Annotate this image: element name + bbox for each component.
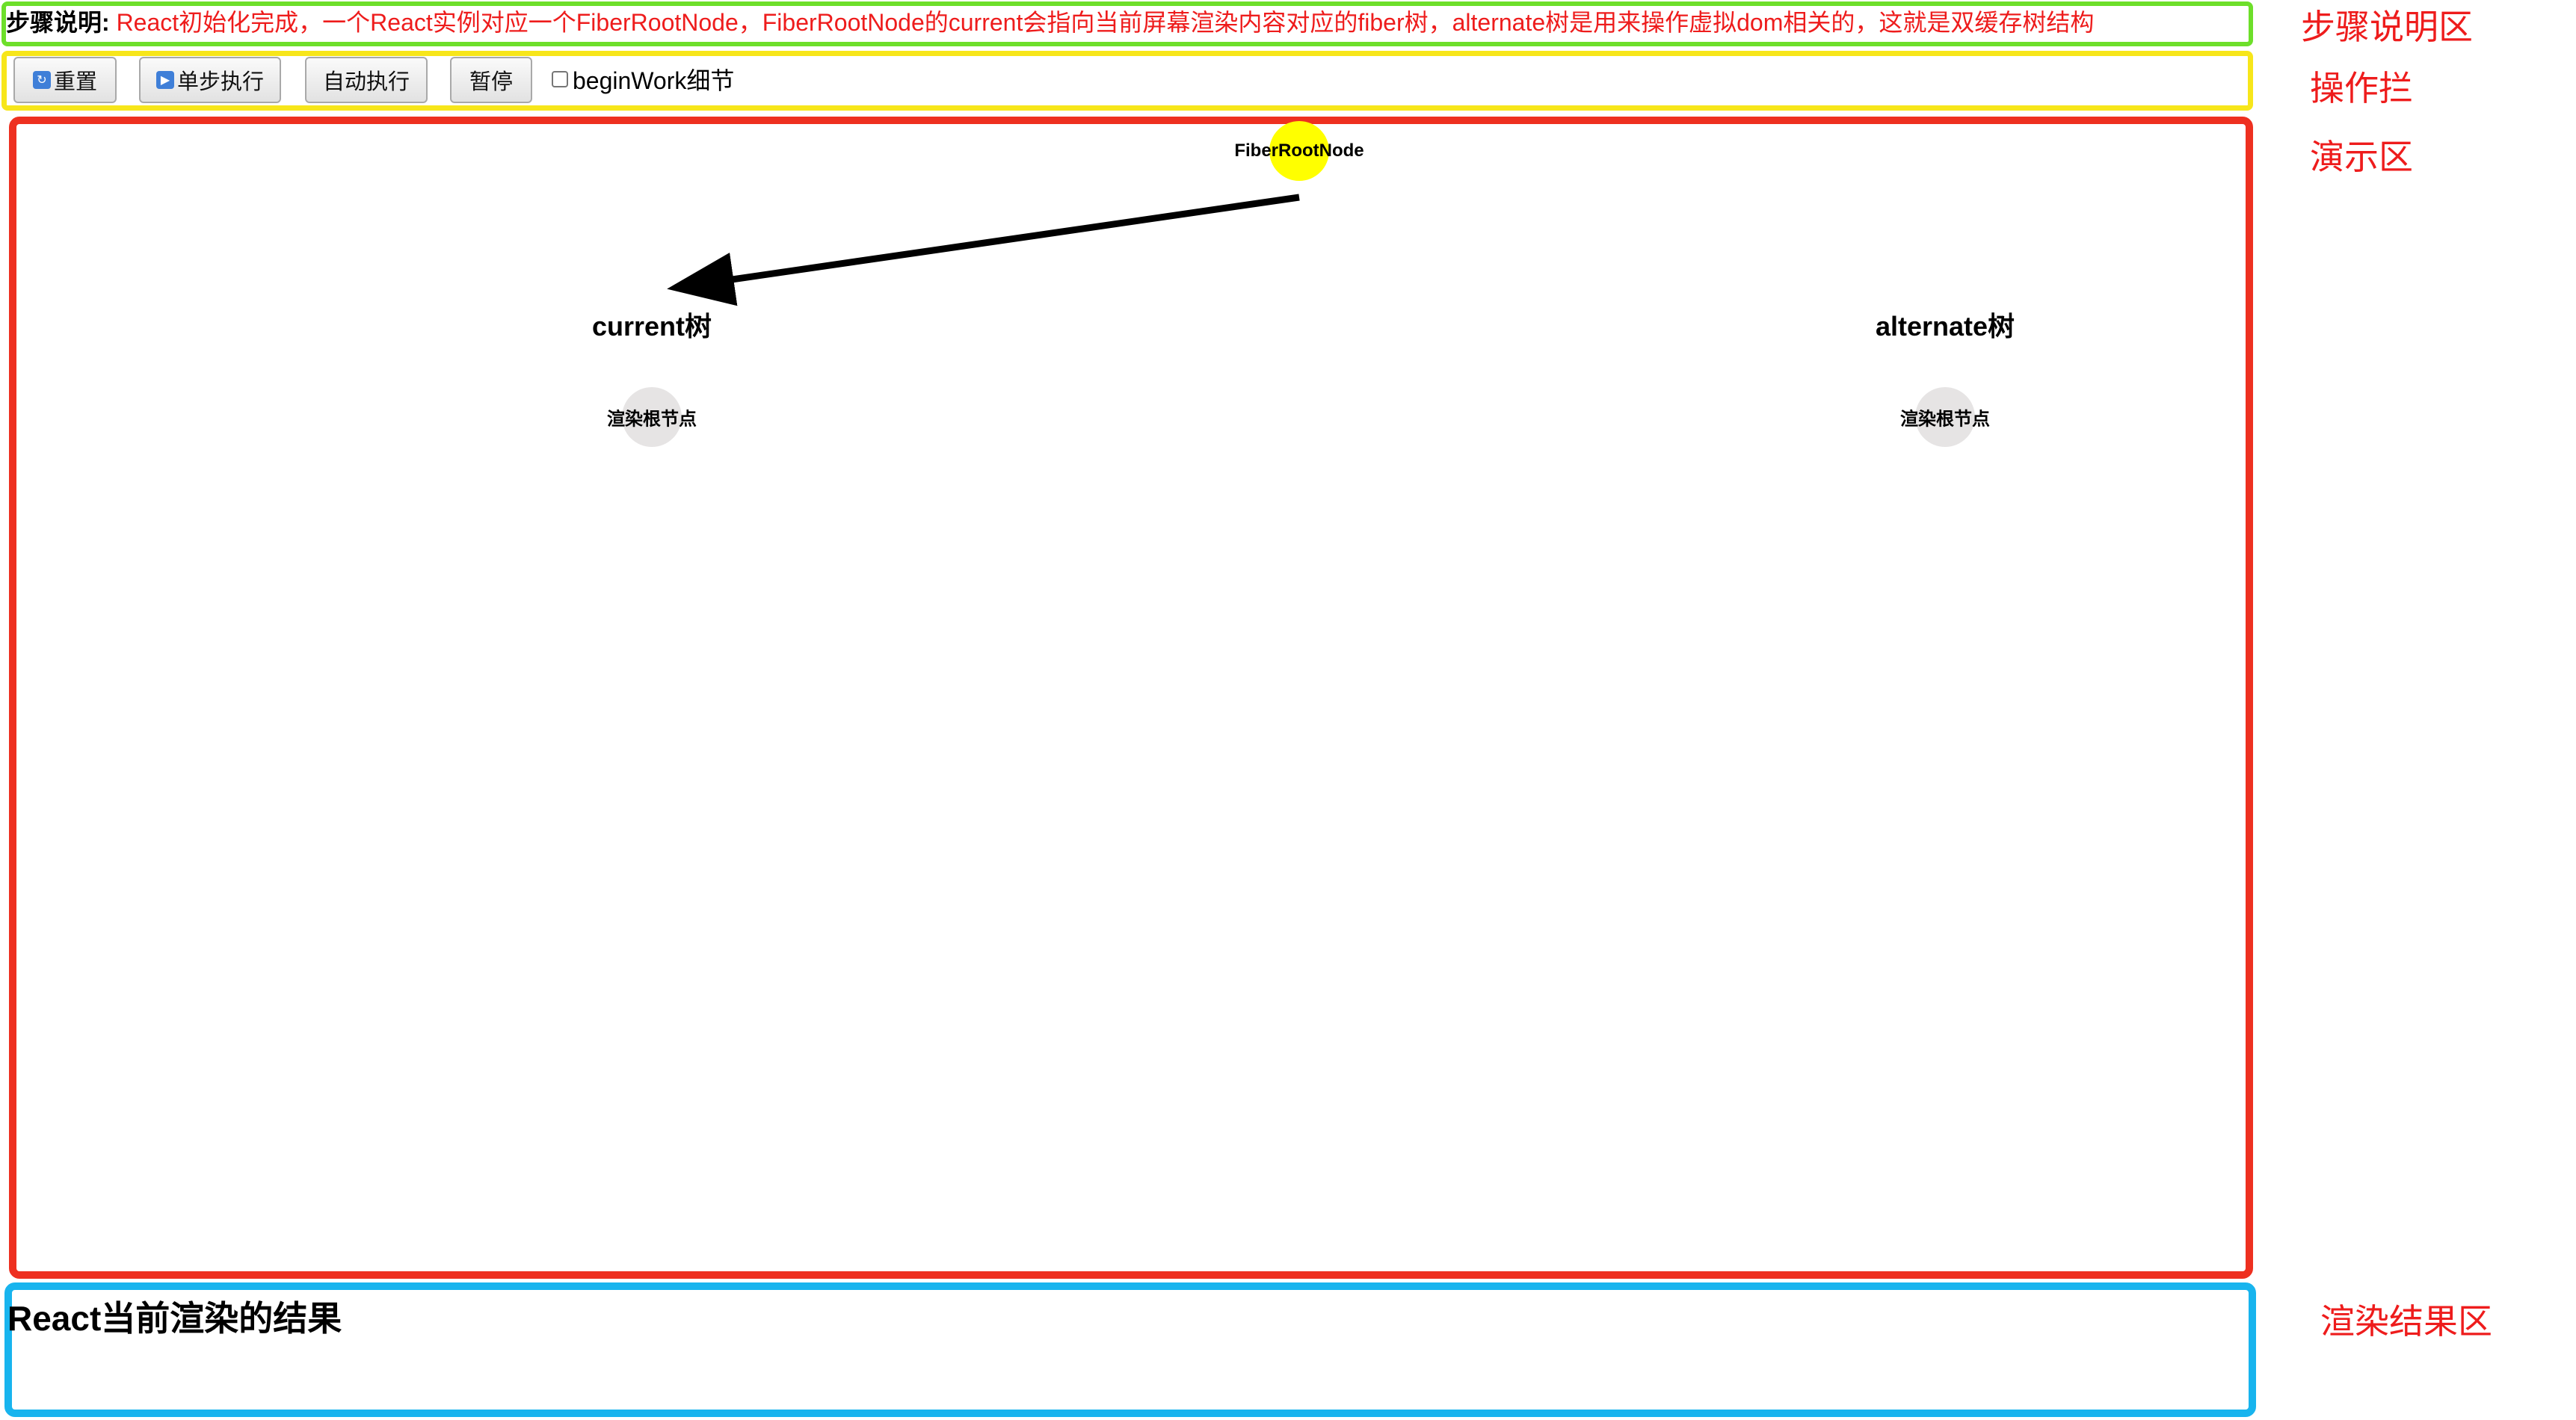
result-area-annotation: 渲染结果区 [2320, 1302, 2492, 1341]
toolbar-area-annotation: 操作拦 [2310, 69, 2413, 108]
alternate-root-node-label: 渲染根节点 [1900, 409, 1990, 430]
current-pointer-arrow [667, 194, 1300, 306]
current-tree-title: current树 [591, 311, 712, 342]
fiber-root-node-label: FiberRootNode [1234, 141, 1364, 161]
demo-diagram [622, 121, 1975, 447]
render-result-title: React当前渲染的结果 [7, 1299, 342, 1338]
render-result-area [4, 1282, 2256, 1417]
current-root-node-label: 渲染根节点 [607, 409, 697, 430]
alternate-tree-title: alternate树 [1875, 311, 2015, 342]
demo-area-annotation: 演示区 [2310, 138, 2413, 176]
step-area-annotation: 步骤说明区 [2301, 7, 2473, 46]
